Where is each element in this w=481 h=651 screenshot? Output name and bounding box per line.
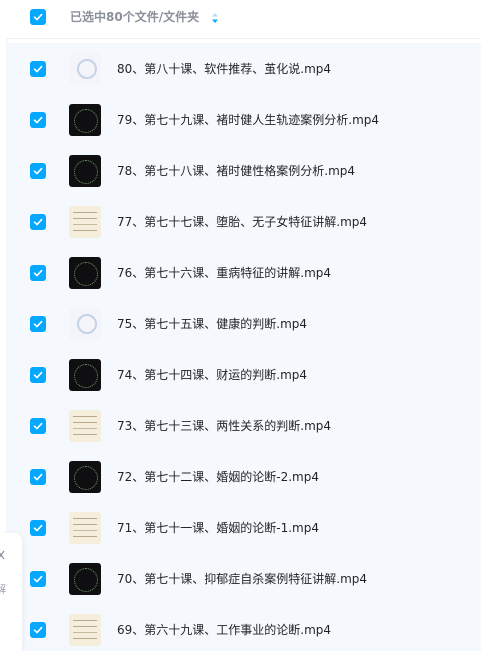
video-thumbnail (69, 512, 101, 544)
file-row[interactable]: 75、第七十五课、健康的判断.mp4 (6, 298, 481, 349)
file-name[interactable]: 78、第七十八课、褚时健性格案例分析.mp4 (117, 162, 355, 180)
file-checkbox[interactable] (30, 367, 46, 383)
file-list: 80、第八十课、软件推荐、茧化说.mp4 79、第七十九课、褚时健人生轨迹案例分析… (6, 43, 481, 651)
file-row[interactable]: 72、第七十二课、婚姻的论断-2.mp4 (6, 451, 481, 502)
video-thumbnail (69, 155, 101, 187)
check-icon (33, 65, 43, 73)
check-icon (33, 422, 43, 430)
select-all-checkbox[interactable] (30, 9, 46, 25)
file-name[interactable]: 71、第七十一课、婚姻的论断-1.mp4 (117, 519, 319, 537)
file-name[interactable]: 70、第七十课、抑郁症自杀案例特征讲解.mp4 (117, 570, 367, 588)
file-checkbox[interactable] (30, 214, 46, 230)
check-icon (33, 167, 43, 175)
file-name[interactable]: 76、第七十六课、重病特征的讲解.mp4 (117, 264, 331, 282)
file-row[interactable]: 76、第七十六课、重病特征的讲解.mp4 (6, 247, 481, 298)
file-row[interactable]: 71、第七十一课、婚姻的论断-1.mp4 (6, 502, 481, 553)
file-row[interactable]: 73、第七十三课、两性关系的判断.mp4 (6, 400, 481, 451)
video-thumbnail (69, 53, 101, 85)
file-name[interactable]: 72、第七十二课、婚姻的论断-2.mp4 (117, 468, 319, 486)
video-thumbnail (69, 461, 101, 493)
video-thumbnail (69, 206, 101, 238)
file-row[interactable]: 80、第八十课、软件推荐、茧化说.mp4 (6, 43, 481, 94)
file-checkbox[interactable] (30, 163, 46, 179)
file-checkbox[interactable] (30, 520, 46, 536)
file-list-page: 已选中80个文件/文件夹 80、第八十课、软件推荐、茧化说.mp4 79、第七十九… (0, 0, 481, 651)
file-checkbox[interactable] (30, 316, 46, 332)
file-name[interactable]: 73、第七十三课、两性关系的判断.mp4 (117, 417, 331, 435)
check-icon (33, 371, 43, 379)
file-checkbox[interactable] (30, 469, 46, 485)
check-icon (33, 13, 43, 21)
file-row[interactable]: 79、第七十九课、褚时健人生轨迹案例分析.mp4 (6, 94, 481, 145)
selection-count-label: 已选中80个文件/文件夹 (70, 10, 200, 24)
file-name[interactable]: 77、第七十七课、堕胎、无子女特征讲解.mp4 (117, 213, 367, 231)
file-name[interactable]: 75、第七十五课、健康的判断.mp4 (117, 315, 307, 333)
side-panel: 解 (0, 533, 22, 651)
file-name[interactable]: 79、第七十九课、褚时健人生轨迹案例分析.mp4 (117, 111, 379, 129)
video-thumbnail (69, 104, 101, 136)
check-icon (33, 524, 43, 532)
sort-icon[interactable] (211, 12, 219, 24)
side-panel-text: 解 (0, 583, 6, 596)
file-row[interactable]: 70、第七十课、抑郁症自杀案例特征讲解.mp4 (6, 553, 481, 604)
check-icon (33, 575, 43, 583)
close-icon[interactable] (0, 550, 5, 560)
file-row[interactable]: 78、第七十八课、褚时健性格案例分析.mp4 (6, 145, 481, 196)
check-icon (33, 218, 43, 226)
check-icon (33, 320, 43, 328)
file-name[interactable]: 80、第八十课、软件推荐、茧化说.mp4 (117, 60, 331, 78)
file-checkbox[interactable] (30, 418, 46, 434)
check-icon (33, 269, 43, 277)
video-thumbnail (69, 563, 101, 595)
file-row[interactable]: 77、第七十七课、堕胎、无子女特征讲解.mp4 (6, 196, 481, 247)
file-checkbox[interactable] (30, 112, 46, 128)
video-thumbnail (69, 614, 101, 646)
file-name[interactable]: 74、第七十四课、财运的判断.mp4 (117, 366, 307, 384)
video-thumbnail (69, 410, 101, 442)
check-icon (33, 473, 43, 481)
file-checkbox[interactable] (30, 61, 46, 77)
selection-header: 已选中80个文件/文件夹 (6, 0, 481, 39)
file-row[interactable]: 74、第七十四课、财运的判断.mp4 (6, 349, 481, 400)
file-checkbox[interactable] (30, 622, 46, 638)
video-thumbnail (69, 257, 101, 289)
file-name[interactable]: 69、第六十九课、工作事业的论断.mp4 (117, 621, 331, 639)
file-row[interactable]: 69、第六十九课、工作事业的论断.mp4 (6, 604, 481, 651)
check-icon (33, 626, 43, 634)
check-icon (33, 116, 43, 124)
video-thumbnail (69, 359, 101, 391)
video-thumbnail (69, 308, 101, 340)
file-checkbox[interactable] (30, 571, 46, 587)
file-checkbox[interactable] (30, 265, 46, 281)
